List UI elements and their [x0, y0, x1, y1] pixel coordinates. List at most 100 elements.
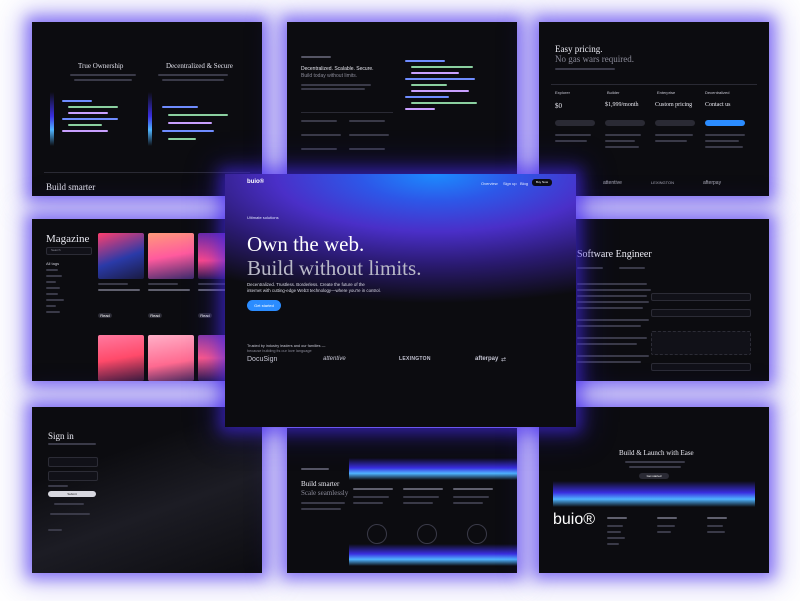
- tag-item[interactable]: [46, 293, 58, 295]
- trusted-by-line2: because building its our love language: [247, 349, 312, 353]
- google-signin[interactable]: [54, 503, 84, 505]
- code-line: [405, 78, 475, 80]
- read-button[interactable]: Read: [98, 313, 112, 318]
- hero-eyebrow: Ultimate solutions: [247, 215, 279, 220]
- decentralized-secure-title: Decentralized & Secure: [166, 62, 233, 70]
- plan-explorer: Explorer: [555, 90, 570, 95]
- job-title: Software Engineer: [577, 249, 652, 260]
- footer-logo: buio®: [553, 511, 596, 528]
- code-line: [411, 102, 477, 104]
- submit-button[interactable]: Submit: [48, 491, 96, 497]
- email-field[interactable]: [651, 309, 751, 317]
- code-line: [168, 138, 196, 140]
- desc-line: [158, 74, 228, 76]
- article-meta: [98, 283, 128, 285]
- feature-line: [605, 140, 635, 142]
- tag-item[interactable]: [46, 287, 60, 289]
- feature-line: [705, 134, 745, 136]
- plan-button[interactable]: [605, 120, 645, 126]
- filter-all-tags[interactable]: All tags: [46, 261, 59, 266]
- glow-bar-mid: [148, 92, 152, 146]
- resume-upload[interactable]: [651, 331, 751, 355]
- tag-item[interactable]: [46, 299, 64, 301]
- copyright: [48, 529, 62, 531]
- nav-blog[interactable]: Blog: [520, 181, 528, 186]
- nav-buy-now-button[interactable]: Buy Now: [532, 179, 552, 186]
- code-line: [162, 130, 214, 132]
- feature-heading: [453, 488, 493, 490]
- tag-item[interactable]: [46, 305, 56, 307]
- plan-button-highlight[interactable]: [705, 120, 745, 126]
- footer-link[interactable]: [607, 525, 623, 527]
- feature-line: [555, 134, 591, 136]
- tag-item[interactable]: [46, 311, 60, 313]
- feature-icon-circle: [467, 524, 487, 544]
- logo-attentive: attentive: [323, 356, 346, 362]
- desc-line: [301, 502, 345, 504]
- feature-line: [403, 502, 433, 504]
- feature-line: [353, 496, 389, 498]
- divider: [551, 84, 757, 85]
- remember-me[interactable]: [48, 485, 68, 487]
- footer-link[interactable]: [707, 531, 725, 533]
- feature-line: [453, 496, 489, 498]
- code-line: [162, 106, 198, 108]
- hero-logo[interactable]: buio®: [247, 179, 264, 185]
- hero-headline-line1: Own the web.: [247, 232, 365, 256]
- name-field[interactable]: [651, 293, 751, 301]
- tag-item[interactable]: [46, 281, 56, 283]
- plan-button[interactable]: [655, 120, 695, 126]
- desc-line: [301, 88, 365, 90]
- feature-line: [705, 140, 739, 142]
- article-title-line: [148, 289, 190, 291]
- feature-line: [705, 146, 743, 148]
- message-field[interactable]: [651, 363, 751, 371]
- eyebrow-line: [301, 468, 329, 470]
- nav-overview[interactable]: Overview: [481, 181, 498, 186]
- article-thumbnail[interactable]: [148, 335, 194, 381]
- feature-glow-top: [349, 458, 517, 480]
- logo-attentive: attentive: [603, 180, 622, 186]
- tag-item[interactable]: [46, 269, 58, 271]
- desc-line: [577, 355, 649, 357]
- article-thumbnail[interactable]: [148, 233, 194, 279]
- article-thumbnail[interactable]: [98, 233, 144, 279]
- desc-line: [555, 68, 615, 70]
- footer-link[interactable]: [657, 531, 671, 533]
- feature-heading: [353, 488, 393, 490]
- footer-link[interactable]: [657, 525, 675, 527]
- tag-item[interactable]: [46, 275, 62, 277]
- read-button[interactable]: Read: [198, 313, 212, 318]
- signup-link[interactable]: [50, 513, 90, 515]
- plan-button[interactable]: [555, 120, 595, 126]
- article-title-line: [98, 289, 140, 291]
- feature-line: [605, 134, 641, 136]
- get-started-button[interactable]: Get started: [639, 473, 669, 479]
- password-input[interactable]: [48, 471, 98, 481]
- nav-signup[interactable]: Sign up: [503, 181, 517, 186]
- feature-icon-circle: [417, 524, 437, 544]
- search-input[interactable]: Search: [46, 247, 92, 255]
- trusted-by-line1: Trusted by industry leaders and our fami…: [247, 344, 326, 348]
- code-line: [62, 100, 92, 102]
- glow-bar-left: [50, 92, 54, 146]
- desc-line: [301, 508, 341, 510]
- footer-link[interactable]: [607, 531, 621, 533]
- desc-line: [577, 289, 651, 291]
- footer-link[interactable]: [607, 543, 619, 545]
- divider: [44, 172, 250, 173]
- logo-afterpay: afterpay: [475, 356, 499, 362]
- article-thumbnail[interactable]: [98, 335, 144, 381]
- email-input[interactable]: [48, 457, 98, 467]
- hero-get-started-button[interactable]: Get started: [247, 300, 281, 311]
- code-line: [405, 96, 449, 98]
- code-line: [411, 90, 469, 92]
- collage-canvas: { "tiles": { "ownership": {"col1_title":…: [0, 0, 800, 601]
- afterpay-arrows-icon: ⇄: [501, 357, 507, 363]
- read-button[interactable]: Read: [148, 313, 162, 318]
- footer-link[interactable]: [707, 525, 723, 527]
- code-line: [405, 60, 445, 62]
- footer-link[interactable]: [607, 537, 625, 539]
- code-line: [62, 130, 108, 132]
- search-placeholder: Search: [51, 248, 61, 252]
